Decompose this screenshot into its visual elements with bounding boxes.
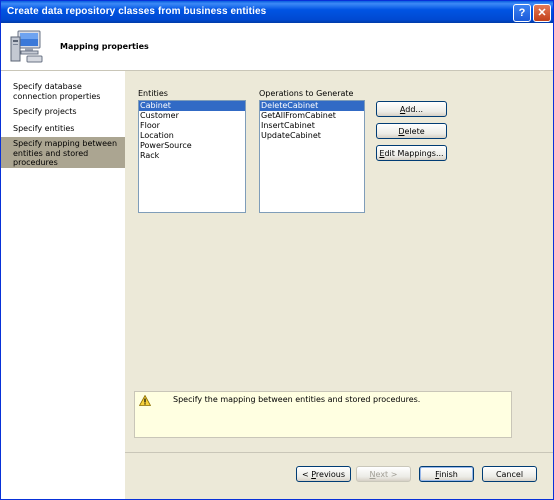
- step-database-connection[interactable]: Specify database connection properties: [1, 82, 125, 101]
- list-item[interactable]: Rack: [139, 151, 245, 161]
- title-bar[interactable]: Create data repository classes from busi…: [1, 1, 553, 23]
- list-item[interactable]: Cabinet: [139, 101, 245, 111]
- delete-button[interactable]: Delete: [376, 123, 447, 139]
- list-item[interactable]: DeleteCabinet: [260, 101, 364, 111]
- list-item[interactable]: UpdateCabinet: [260, 131, 364, 141]
- list-item[interactable]: PowerSource: [139, 141, 245, 151]
- list-item[interactable]: Floor: [139, 121, 245, 131]
- list-item[interactable]: InsertCabinet: [260, 121, 364, 131]
- delete-button-label: Delete: [398, 127, 425, 136]
- window-title: Create data repository classes from busi…: [7, 6, 267, 17]
- operations-label: Operations to Generate: [259, 89, 354, 98]
- operations-listbox[interactable]: DeleteCabinet GetAllFromCabinet InsertCa…: [259, 100, 365, 213]
- edit-mappings-button-label: Edit Mappings...: [379, 149, 444, 158]
- finish-button-label: Finish: [435, 470, 458, 479]
- finish-button[interactable]: Finish: [419, 466, 474, 482]
- close-button[interactable]: ✕: [533, 4, 551, 22]
- step-mapping[interactable]: Specify mapping between entities and sto…: [1, 137, 125, 168]
- entities-label: Entities: [138, 89, 168, 98]
- wizard-window: Create data repository classes from busi…: [0, 0, 554, 500]
- add-button[interactable]: Add...: [376, 101, 447, 117]
- help-button[interactable]: ?: [513, 4, 531, 22]
- list-item[interactable]: Customer: [139, 111, 245, 121]
- list-item[interactable]: GetAllFromCabinet: [260, 111, 364, 121]
- warning-icon: [139, 395, 151, 406]
- footer-divider: [125, 452, 553, 453]
- close-icon: ✕: [537, 7, 547, 19]
- add-button-label: Add...: [399, 105, 424, 114]
- computer-icon: [10, 30, 43, 63]
- step-list: Specify database connection properties S…: [1, 71, 125, 499]
- info-message: Specify the mapping between entities and…: [173, 395, 421, 404]
- cancel-button[interactable]: Cancel: [482, 466, 537, 482]
- step-entities[interactable]: Specify entities: [1, 124, 125, 134]
- edit-mappings-button[interactable]: Edit Mappings...: [376, 145, 447, 161]
- next-button[interactable]: Next >: [356, 466, 411, 482]
- help-icon: ?: [518, 7, 526, 19]
- step-projects[interactable]: Specify projects: [1, 107, 125, 117]
- entities-listbox[interactable]: Cabinet Customer Floor Location PowerSou…: [138, 100, 246, 213]
- list-item[interactable]: Location: [139, 131, 245, 141]
- next-button-label: Next >: [369, 470, 398, 479]
- info-panel: Specify the mapping between entities and…: [134, 391, 512, 438]
- previous-button[interactable]: < Previous: [296, 466, 351, 482]
- page-title: Mapping properties: [60, 42, 149, 51]
- previous-button-label: < Previous: [301, 470, 346, 479]
- wizard-header: Mapping properties: [1, 23, 553, 71]
